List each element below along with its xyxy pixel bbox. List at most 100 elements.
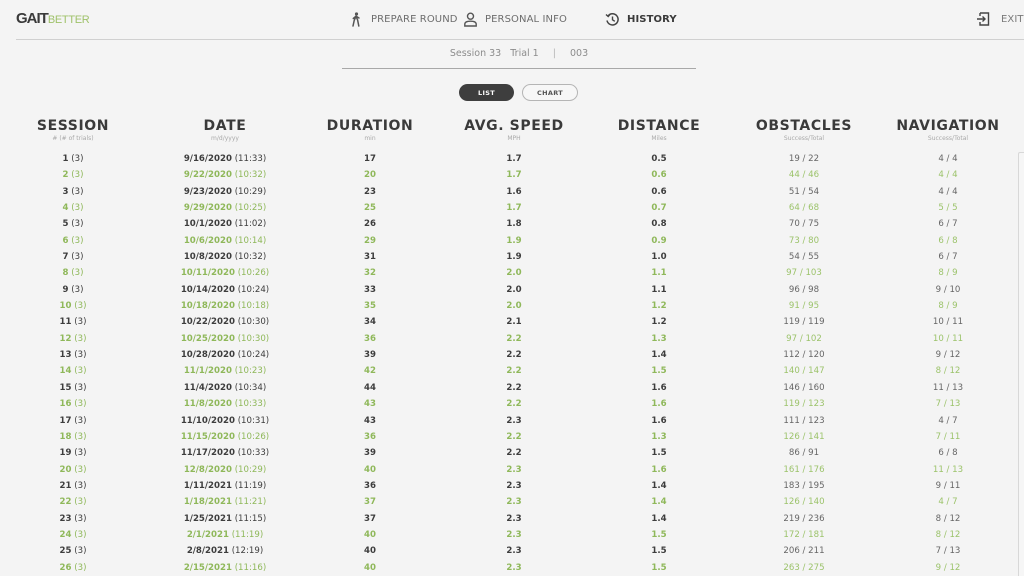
distance-cell: 1.6 — [651, 396, 666, 412]
avg-speed-cell: 1.7 — [506, 200, 521, 216]
session-row[interactable]: 9 (3) 10/14/2020 (10:24) 33 2.0 1.1 96 /… — [0, 282, 1000, 298]
avg-speed-cell: 2.3 — [506, 543, 521, 559]
session-row[interactable]: 6 (3) 10/6/2020 (10:14) 29 1.9 0.9 73 / … — [0, 233, 1000, 249]
session-row[interactable]: 23 (3) 1/25/2021 (11:15) 37 2.3 1.4 219 … — [0, 511, 1000, 527]
obstacles-value: 19 / 22 — [788, 154, 820, 164]
session-number: 22 — [59, 497, 72, 508]
nav-personal-info[interactable]: PERSONAL INFO — [462, 10, 567, 28]
distance-value: 0.8 — [651, 219, 667, 230]
distance-cell: 0.6 — [651, 184, 666, 200]
session-row[interactable]: 16 (3) 11/8/2020 (10:33) 43 2.2 1.6 119 … — [0, 396, 1000, 412]
session-row[interactable]: 4 (3) 9/29/2020 (10:25) 25 1.7 0.7 64 / … — [0, 200, 1000, 216]
session-row[interactable]: 2 (3) 9/22/2020 (10:32) 20 1.7 0.6 44 / … — [0, 167, 1000, 183]
session-date: 10/6/2020 — [183, 235, 232, 246]
session-label: Session 33 — [449, 48, 502, 59]
session-row[interactable]: 3 (3) 9/23/2020 (10:29) 23 1.6 0.6 51 / … — [0, 184, 1000, 200]
duration-cell: 42 — [364, 363, 376, 379]
trial-count: (3) — [71, 284, 84, 295]
session-date: 9/23/2020 — [183, 186, 232, 197]
distance-cell: 1.3 — [651, 429, 666, 445]
session-row[interactable]: 26 (3) 2/15/2021 (11:16) 40 2.3 1.5 263 … — [0, 560, 1000, 576]
session-date: 2/15/2021 — [183, 562, 232, 573]
list-view-toggle[interactable]: LIST — [459, 84, 514, 101]
session-row[interactable]: 8 (3) 10/11/2020 (10:26) 32 2.0 1.1 97 /… — [0, 265, 1000, 281]
session-time: (10:24) — [237, 350, 270, 361]
navigation-cell: 7 / 13 — [936, 396, 961, 412]
session-row[interactable]: 14 (3) 11/1/2020 (10:23) 42 2.2 1.5 140 … — [0, 363, 1000, 379]
session-cell: 1 (3) — [63, 151, 84, 167]
distance-value: 1.4 — [651, 497, 667, 508]
duration-cell: 43 — [364, 413, 376, 429]
duration-value: 40 — [364, 562, 376, 573]
nav-prepare-round[interactable]: PREPARE ROUND — [348, 10, 458, 28]
obstacles-cell: 126 / 141 — [783, 429, 824, 445]
session-row[interactable]: 1 (3) 9/16/2020 (11:33) 17 1.7 0.5 19 / … — [0, 151, 1000, 167]
duration-cell: 26 — [364, 216, 376, 232]
nav-history[interactable]: HISTORY — [604, 10, 677, 28]
session-row[interactable]: 11 (3) 10/22/2020 (10:30) 34 2.1 1.2 119… — [0, 314, 1000, 330]
session-row[interactable]: 7 (3) 10/8/2020 (10:32) 31 1.9 1.0 54 / … — [0, 249, 1000, 265]
date-cell: 9/23/2020 (10:29) — [184, 184, 266, 200]
gaitbetter-logo[interactable]: GAIT BETTER — [16, 10, 90, 28]
session-time: (11:15) — [234, 513, 267, 524]
session-row[interactable]: 10 (3) 10/18/2020 (10:18) 35 2.0 1.2 91 … — [0, 298, 1000, 314]
distance-value: 0.5 — [651, 154, 667, 164]
avg-speed-value: 1.9 — [506, 235, 522, 246]
list-scrollbar[interactable] — [1018, 152, 1024, 576]
avg-speed-cell: 2.2 — [506, 331, 521, 347]
session-row[interactable]: 13 (3) 10/28/2020 (10:24) 39 2.2 1.4 112… — [0, 347, 1000, 363]
session-row[interactable]: 20 (3) 12/8/2020 (10:29) 40 2.3 1.6 161 … — [0, 462, 1000, 478]
session-row[interactable]: 19 (3) 11/17/2020 (10:33) 39 2.2 1.5 86 … — [0, 445, 1000, 461]
session-date: 9/22/2020 — [183, 170, 232, 181]
session-date: 1/11/2021 — [183, 480, 232, 491]
date-cell: 2/8/2021 (12:19) — [187, 543, 263, 559]
session-row[interactable]: 24 (3) 2/1/2021 (11:19) 40 2.3 1.5 172 /… — [0, 527, 1000, 543]
date-cell: 11/8/2020 (10:33) — [184, 396, 266, 412]
distance-cell: 1.5 — [651, 445, 666, 461]
session-cell: 12 (3) — [60, 331, 87, 347]
nav-personal-info-label: PERSONAL INFO — [485, 13, 567, 25]
session-date: 10/18/2020 — [180, 301, 235, 312]
navigation-value: 6 / 8 — [938, 235, 958, 246]
duration-cell: 40 — [364, 560, 376, 576]
session-row[interactable]: 18 (3) 11/15/2020 (10:26) 36 2.2 1.3 126… — [0, 429, 1000, 445]
distance-value: 1.6 — [651, 382, 667, 393]
session-row[interactable]: 22 (3) 1/18/2021 (11:21) 37 2.3 1.4 126 … — [0, 494, 1000, 510]
distance-value: 1.5 — [651, 562, 667, 573]
session-time: (10:26) — [237, 431, 270, 442]
chart-view-toggle[interactable]: CHART — [522, 84, 578, 101]
obstacles-cell: 206 / 211 — [783, 543, 824, 559]
navigation-value: 8 / 12 — [935, 529, 961, 540]
duration-value: 23 — [364, 186, 376, 197]
session-row[interactable]: 12 (3) 10/25/2020 (10:30) 36 2.2 1.3 97 … — [0, 331, 1000, 347]
duration-value: 43 — [364, 415, 376, 426]
duration-cell: 17 — [364, 151, 376, 167]
obstacles-cell: 51 / 54 — [789, 184, 819, 200]
session-row[interactable]: 21 (3) 1/11/2021 (11:19) 36 2.3 1.4 183 … — [0, 478, 1000, 494]
session-cell: 16 (3) — [60, 396, 87, 412]
duration-cell: 23 — [364, 184, 376, 200]
exit-button[interactable]: EXIT — [975, 10, 1024, 28]
session-date: 10/22/2020 — [180, 317, 235, 328]
distance-value: 1.1 — [651, 284, 667, 295]
trial-count: (3) — [74, 301, 87, 312]
trial-count: (3) — [74, 382, 87, 393]
session-row[interactable]: 17 (3) 11/10/2020 (10:31) 43 2.3 1.6 111… — [0, 413, 1000, 429]
session-cell: 3 (3) — [63, 184, 84, 200]
navigation-value: 4 / 4 — [938, 154, 958, 164]
session-row[interactable]: 25 (3) 2/8/2021 (12:19) 40 2.3 1.5 206 /… — [0, 543, 1000, 559]
duration-value: 20 — [364, 170, 376, 181]
navigation-cell: 9 / 11 — [936, 478, 961, 494]
session-row[interactable]: 5 (3) 10/1/2020 (11:02) 26 1.8 0.8 70 / … — [0, 216, 1000, 232]
trial-count: (3) — [71, 186, 84, 197]
navigation-value: 9 / 10 — [935, 284, 961, 295]
duration-value: 35 — [364, 301, 376, 312]
duration-value: 42 — [364, 366, 376, 377]
session-number: 10 — [59, 301, 72, 312]
session-time: (10:34) — [234, 382, 267, 393]
session-number: 2 — [62, 170, 69, 181]
session-row[interactable]: 15 (3) 11/4/2020 (10:34) 44 2.2 1.6 146 … — [0, 380, 1000, 396]
session-cell: 4 (3) — [63, 200, 84, 216]
session-number: 11 — [59, 317, 72, 328]
obstacles-cell: 97 / 103 — [786, 265, 822, 281]
